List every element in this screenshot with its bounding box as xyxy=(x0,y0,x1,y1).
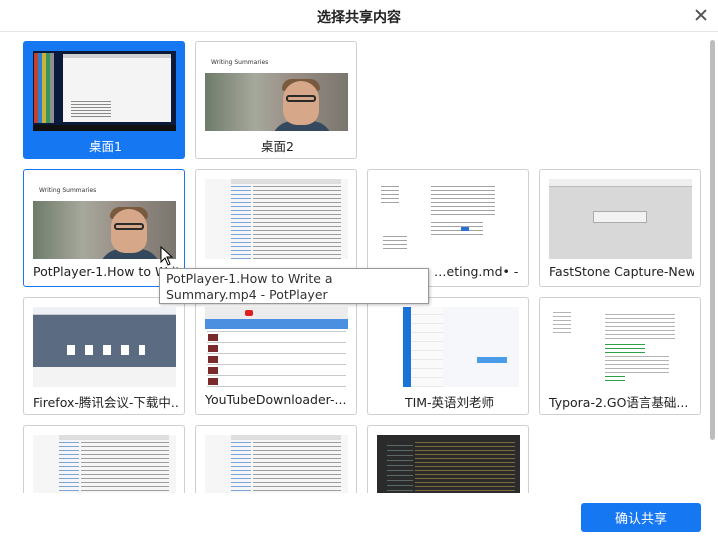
window-thumbnail xyxy=(377,307,520,387)
window-thumbnail xyxy=(33,435,176,493)
dialog-title: 选择共享内容 xyxy=(317,10,401,26)
share-item-firefox[interactable]: Firefox-腾讯会议-下载中... xyxy=(23,297,185,415)
share-item-label: 桌面2 xyxy=(261,139,294,154)
item-tooltip: PotPlayer-1.How to Write a Summary.mp4 -… xyxy=(159,268,429,304)
dialog-footer: 确认共享 xyxy=(0,493,718,548)
share-item-desktop-2[interactable]: Writing Summaries 桌面2 xyxy=(195,41,357,159)
window-thumbnail xyxy=(549,179,692,259)
share-item-faststone[interactable]: FastStone Capture-New... xyxy=(539,169,701,287)
share-item-ide[interactable] xyxy=(367,425,529,493)
share-item-window[interactable] xyxy=(195,425,357,493)
share-item-tim[interactable]: TIM-英语刘老师 xyxy=(367,297,529,415)
video-thumbnail-title: Writing Summaries xyxy=(39,187,97,194)
video-thumbnail: Writing Summaries xyxy=(33,179,176,259)
video-thumbnail-title: Writing Summaries xyxy=(211,59,269,66)
window-thumbnail xyxy=(33,307,176,387)
share-item-label: Firefox-腾讯会议-下载中... xyxy=(33,395,178,410)
share-item-label: TIM-英语刘老师 xyxy=(404,395,495,410)
window-thumbnail xyxy=(377,179,520,259)
share-item-label: …eting.md• - Typ… xyxy=(434,264,522,279)
window-thumbnail xyxy=(377,435,520,493)
window-thumbnail xyxy=(205,179,348,259)
share-item-youtubedownloader[interactable]: YouTubeDownloader-... xyxy=(195,297,357,415)
mouse-cursor-icon xyxy=(160,246,174,266)
share-content-dialog: 选择共享内容 桌面1 Writing Summaries 桌面2 Writing… xyxy=(0,0,718,548)
close-icon[interactable] xyxy=(694,8,708,22)
share-item-label: FastStone Capture-New... xyxy=(549,264,694,279)
share-item-window[interactable] xyxy=(23,425,185,493)
window-thumbnail xyxy=(205,307,348,387)
share-item-typora-go[interactable]: Typora-2.GO语言基础... xyxy=(539,297,701,415)
confirm-share-button[interactable]: 确认共享 xyxy=(581,503,701,532)
video-thumbnail: Writing Summaries xyxy=(205,51,348,131)
grid-scrollbar[interactable] xyxy=(710,40,715,440)
share-item-label: 桌面1 xyxy=(89,139,122,154)
share-item-desktop-1[interactable]: 桌面1 xyxy=(23,41,185,159)
share-item-label: PotPlayer-1.How to Write a Summary.mp4 -… xyxy=(33,264,178,279)
share-source-grid[interactable]: 桌面1 Writing Summaries 桌面2 Writing Summar… xyxy=(0,33,718,493)
share-item-label: YouTubeDownloader-... xyxy=(205,392,347,407)
share-item-label: Typora-2.GO语言基础... xyxy=(549,395,689,410)
window-thumbnail xyxy=(549,307,692,387)
dialog-titlebar: 选择共享内容 xyxy=(0,0,718,32)
window-thumbnail xyxy=(205,435,348,493)
desktop-thumbnail xyxy=(33,51,176,131)
